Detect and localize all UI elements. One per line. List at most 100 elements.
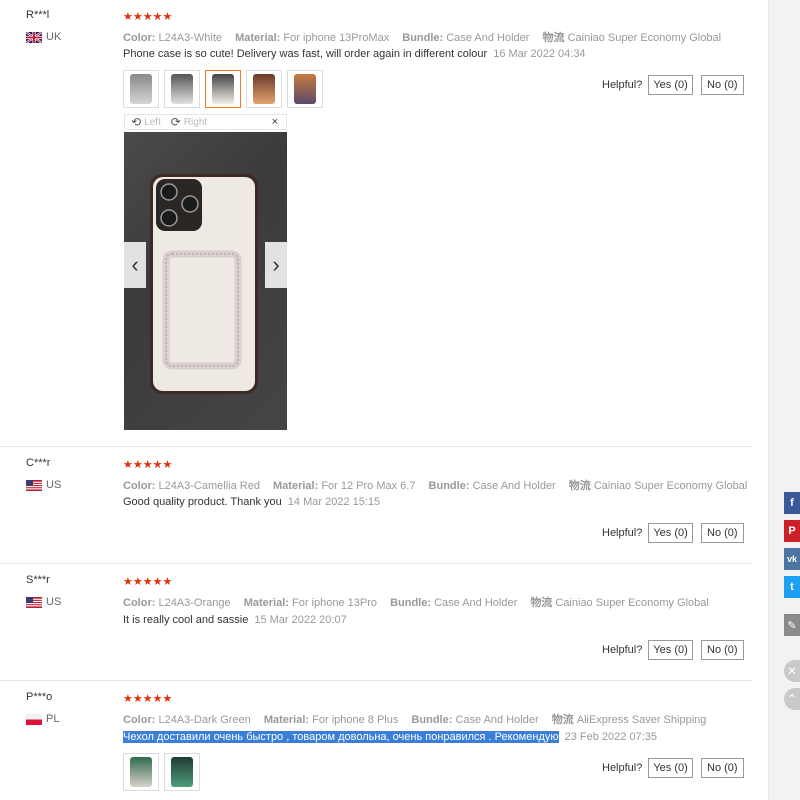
review-meta: Color: L24A3-Orange Material: For iphone… — [123, 594, 709, 610]
facebook-icon: f — [790, 497, 794, 509]
bundle-value: Case And Holder — [446, 32, 530, 44]
rotate-right-icon: ⟳ — [170, 115, 181, 129]
color-value: L24A3-Camellia Red — [158, 480, 260, 492]
rotate-left-icon: ⟲ — [131, 115, 142, 129]
helpful-vote: Helpful? Yes (0) No (0) — [602, 523, 744, 543]
phone-case-photo — [150, 174, 258, 394]
uk-flag-icon — [26, 31, 42, 43]
review-date: 14 Mar 2022 15:15 — [287, 496, 381, 508]
review-body-selected: Чехол доставили очень быстро , товаром д… — [123, 731, 559, 743]
shipping-label: 物流 — [542, 32, 565, 44]
helpful-vote: Helpful? Yes (0) No (0) — [602, 75, 744, 95]
bundle-value: Case And Holder — [434, 597, 518, 609]
review-text: Чехол доставили очень быстро , товаром д… — [123, 731, 657, 743]
reviewer-name: R***l — [26, 9, 50, 21]
us-flag-icon — [26, 479, 42, 491]
photo-thumbnail[interactable] — [246, 70, 282, 108]
material-value: For 12 Pro Max 6.7 — [321, 480, 416, 492]
material-value: For iphone 8 Plus — [312, 714, 399, 726]
color-label: Color: — [123, 32, 156, 44]
helpful-yes-button[interactable]: Yes (0) — [648, 523, 693, 543]
helpful-yes-button[interactable]: Yes (0) — [648, 758, 693, 778]
color-value: L24A3-Orange — [158, 597, 231, 609]
helpful-no-button[interactable]: No (0) — [700, 758, 744, 778]
twitter-icon: t — [790, 581, 794, 593]
helpful-yes-button[interactable]: Yes (0) — [648, 640, 693, 660]
bundle-value: Case And Holder — [472, 480, 556, 492]
review-body: Good quality product. Thank you — [123, 496, 282, 508]
color-label: Color: — [123, 597, 156, 609]
helpful-no-button[interactable]: No (0) — [700, 75, 744, 95]
bundle-label: Bundle: — [390, 597, 432, 609]
reviews-page: R***l UK ★★★★★ Color: L24A3-White Materi… — [0, 0, 768, 800]
country-code: PL — [46, 713, 60, 725]
material-label: Material: — [235, 32, 281, 44]
photo-thumbnail[interactable] — [123, 753, 159, 791]
rotate-left-button[interactable]: ⟲ Left — [131, 115, 161, 129]
reviewer-country: US — [26, 479, 61, 491]
review-text: It is really cool and sassie 15 Mar 2022 … — [123, 614, 347, 626]
bundle-label: Bundle: — [402, 32, 444, 44]
review-meta: Color: L24A3-Dark Green Material: For ip… — [123, 711, 706, 727]
close-viewer-button[interactable]: × — [272, 116, 278, 128]
photo-thumbnail[interactable] — [164, 753, 200, 791]
review-date: 23 Feb 2022 07:35 — [564, 731, 657, 743]
photo-thumbnail-active[interactable] — [205, 70, 241, 108]
photo-thumbnail[interactable] — [287, 70, 323, 108]
chevron-up-icon: ⌃ — [786, 692, 798, 706]
rotate-right-label: Right — [183, 116, 208, 128]
shipping-value: AliExpress Saver Shipping — [576, 714, 707, 726]
review-item: C***r US ★★★★★ Color: L24A3-Camellia Red… — [0, 446, 752, 564]
photo-thumbnails — [123, 753, 200, 791]
reviewer-country: UK — [26, 31, 61, 43]
shipping-label: 物流 — [530, 597, 553, 609]
bundle-value: Case And Holder — [455, 714, 539, 726]
helpful-label: Helpful? — [602, 762, 643, 774]
photo-thumbnails — [123, 70, 323, 108]
helpful-label: Helpful? — [602, 527, 643, 539]
rotate-left-label: Left — [144, 116, 161, 128]
review-body: Phone case is so cute! Delivery was fast… — [123, 48, 488, 60]
photo-thumbnail[interactable] — [164, 70, 200, 108]
reviewer-name: S***r — [26, 574, 50, 586]
twitter-share-button[interactable]: t — [784, 576, 800, 598]
review-text: Phone case is so cute! Delivery was fast… — [123, 48, 586, 60]
review-date: 16 Mar 2022 04:34 — [493, 48, 586, 60]
shipping-value: Cainiao Super Economy Global — [567, 32, 722, 44]
star-rating: ★★★★★ — [123, 11, 173, 23]
material-label: Material: — [273, 480, 319, 492]
close-icon: ✕ — [786, 664, 798, 678]
shipping-label: 物流 — [568, 480, 591, 492]
prev-photo-button[interactable]: ‹ — [124, 242, 146, 288]
pencil-icon: ✎ — [787, 619, 797, 632]
next-photo-button[interactable]: › — [265, 242, 287, 288]
country-code: US — [46, 596, 62, 608]
color-label: Color: — [123, 714, 156, 726]
review-text: Good quality product. Thank you 14 Mar 20… — [123, 496, 380, 508]
helpful-no-button[interactable]: No (0) — [700, 523, 744, 543]
review-meta: Color: L24A3-White Material: For iphone … — [123, 29, 721, 45]
review-item: R***l UK ★★★★★ Color: L24A3-White Materi… — [0, 0, 752, 447]
color-label: Color: — [123, 480, 156, 492]
helpful-no-button[interactable]: No (0) — [700, 640, 744, 660]
reviewer-name: C***r — [26, 457, 51, 469]
material-label: Material: — [243, 597, 289, 609]
reviewer-country: PL — [26, 713, 59, 725]
photo-thumbnail[interactable] — [123, 70, 159, 108]
vk-share-button[interactable]: vk — [784, 548, 800, 570]
color-value: L24A3-White — [158, 32, 223, 44]
facebook-share-button[interactable]: f — [784, 492, 800, 514]
review-body: It is really cool and sassie — [123, 614, 249, 626]
pinterest-share-button[interactable]: P — [784, 520, 800, 542]
shipping-label: 物流 — [551, 714, 574, 726]
helpful-yes-button[interactable]: Yes (0) — [648, 75, 693, 95]
bundle-label: Bundle: — [428, 480, 470, 492]
scroll-top-button[interactable]: ⌃ — [784, 688, 800, 710]
pl-flag-icon — [26, 713, 42, 725]
edit-share-button[interactable]: ✎ — [784, 614, 800, 636]
review-item: S***r US ★★★★★ Color: L24A3-Orange Mater… — [0, 563, 752, 681]
close-share-button[interactable]: ✕ — [784, 660, 800, 682]
helpful-label: Helpful? — [602, 79, 643, 91]
star-rating: ★★★★★ — [123, 459, 173, 471]
rotate-right-button[interactable]: ⟳ Right — [171, 115, 207, 129]
